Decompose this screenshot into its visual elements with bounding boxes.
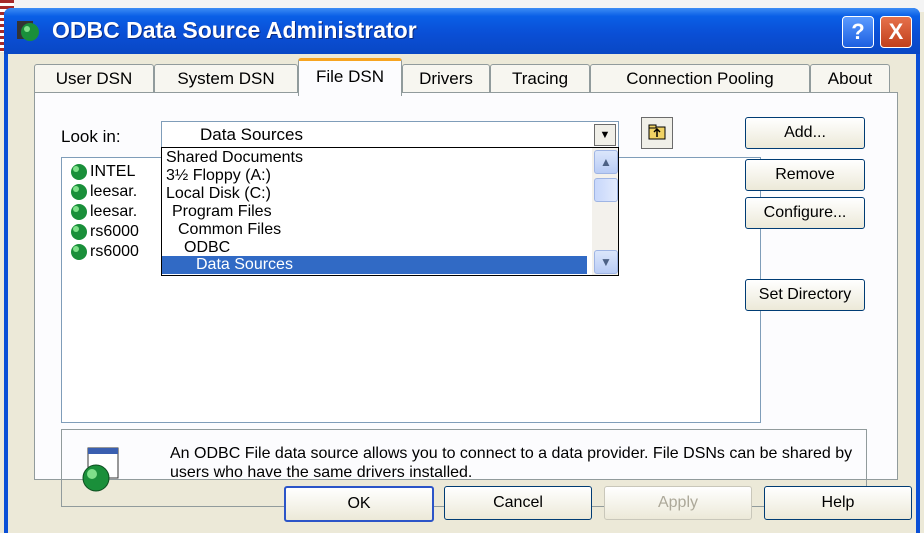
cancel-button[interactable]: Cancel (444, 486, 592, 520)
up-one-level-button[interactable] (641, 117, 673, 149)
scrollbar-thumb[interactable] (594, 178, 618, 202)
up-folder-icon (648, 124, 666, 140)
look-in-value: Data Sources (200, 125, 303, 144)
odbc-dialog: ODBC Data Source Administrator ? X User … (4, 8, 920, 533)
dropdown-option[interactable]: Local Disk (C:) (166, 185, 271, 203)
dropdown-option[interactable]: ODBC (184, 239, 230, 257)
add-button[interactable]: Add... (745, 117, 865, 149)
file-name: leesar. (90, 183, 138, 200)
apply-button[interactable]: Apply (604, 486, 752, 520)
dsn-globe-icon (68, 242, 90, 262)
dropdown-option[interactable]: Program Files (172, 203, 272, 221)
set-directory-button[interactable]: Set Directory (745, 279, 865, 311)
dropdown-option[interactable]: Shared Documents (166, 149, 303, 167)
dsn-globe-icon (68, 222, 90, 242)
file-name: leesar. (90, 203, 138, 220)
file-dsn-icon (82, 447, 119, 492)
list-item[interactable]: rs6000 (68, 242, 139, 262)
chevron-up-icon[interactable]: ▲ (594, 150, 618, 174)
file-name: INTEL (90, 163, 136, 180)
look-in-dropdown[interactable]: Shared Documents 3½ Floppy (A:) Local Di… (161, 147, 619, 276)
tab-drivers[interactable]: Drivers (402, 64, 490, 93)
dsn-globe-icon (68, 162, 90, 182)
odbc-globe-icon (17, 21, 39, 41)
list-item[interactable]: leesar. (68, 202, 137, 222)
configure-button[interactable]: Configure... (745, 197, 865, 229)
window-title: ODBC Data Source Administrator (52, 17, 417, 43)
tab-system-dsn[interactable]: System DSN (154, 64, 298, 93)
list-item[interactable]: leesar. (68, 182, 137, 202)
chevron-down-icon[interactable]: ▼ (594, 124, 616, 146)
tab-about[interactable]: About (810, 64, 890, 93)
title-bar[interactable]: ODBC Data Source Administrator ? X (4, 8, 920, 54)
tab-connection-pooling[interactable]: Connection Pooling (590, 64, 810, 93)
dropdown-option[interactable]: 3½ Floppy (A:) (166, 167, 271, 185)
chevron-down-icon[interactable]: ▼ (594, 250, 618, 274)
list-item[interactable]: INTEL (68, 162, 135, 182)
info-description: An ODBC File data source allows you to c… (170, 445, 853, 481)
tab-user-dsn[interactable]: User DSN (34, 64, 154, 93)
help-button[interactable]: Help (764, 486, 912, 520)
ok-button[interactable]: OK (284, 486, 434, 522)
remove-button[interactable]: Remove (745, 159, 865, 191)
dsn-globe-icon (68, 182, 90, 202)
help-caption-button[interactable]: ? (842, 16, 874, 48)
close-button[interactable]: X (880, 16, 912, 48)
look-in-label: Look in: (61, 127, 121, 146)
dsn-globe-icon (68, 202, 90, 222)
dropdown-option[interactable]: Common Files (178, 221, 281, 239)
dropdown-scrollbar[interactable]: ▲ ▼ (592, 148, 618, 275)
file-name: rs6000 (90, 223, 139, 240)
file-dsn-panel: Look in: Data Sources ▼ INTEL leesar. le… (34, 92, 898, 507)
look-in-combobox[interactable]: Data Sources ▼ (161, 121, 619, 149)
tab-file-dsn[interactable]: File DSN (298, 58, 402, 96)
dropdown-option-selected[interactable]: Data Sources (162, 256, 587, 274)
file-name: rs6000 (90, 243, 139, 260)
dialog-client-area: User DSN System DSN File DSN Drivers Tra… (8, 54, 916, 533)
tab-tracing[interactable]: Tracing (490, 64, 590, 93)
list-item[interactable]: rs6000 (68, 222, 139, 242)
